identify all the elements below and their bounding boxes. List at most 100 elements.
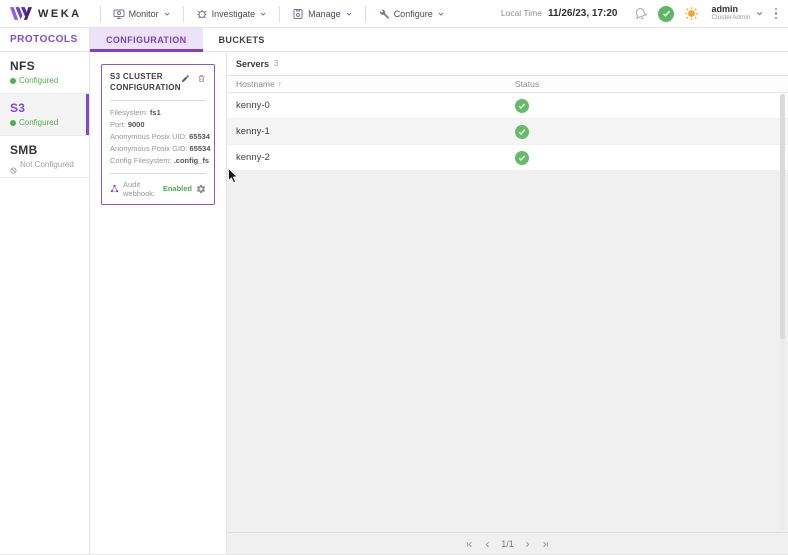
divider	[365, 6, 366, 22]
menu-label: Configure	[394, 9, 433, 19]
not-configured-status-icon	[10, 161, 17, 168]
hostname-cell: kenny-2	[227, 152, 515, 163]
manage-icon	[292, 8, 304, 20]
configuration-column: S3 CLUSTER CONFIGURATION Filesystem:fs1	[90, 52, 227, 555]
field-anonymous-posix-gid: Anonymous Posix GID:65534	[110, 143, 206, 155]
tab-bar: CONFIGURATION BUCKETS	[90, 28, 281, 51]
field-filesystem: Filesystem:fs1	[110, 107, 206, 119]
top-bar: WEKA Monitor Investigate	[0, 0, 788, 28]
protocol-status: Not Configured	[20, 160, 74, 169]
status-cell	[515, 99, 788, 113]
servers-count-badge: 3	[274, 59, 278, 68]
more-options-icon[interactable]	[772, 5, 781, 23]
cluster-health-ok-icon[interactable]	[658, 6, 674, 22]
last-page-icon[interactable]	[541, 540, 550, 549]
tab-buckets[interactable]: BUCKETS	[203, 28, 281, 51]
theme-sun-icon[interactable]	[684, 6, 699, 21]
field-port: Port:9000	[110, 119, 206, 131]
field-anonymous-posix-uid: Anonymous Posix UID:65534	[110, 131, 206, 143]
column-header-hostname[interactable]: Hostname↑	[227, 79, 515, 89]
table-row[interactable]: kenny-1	[227, 119, 788, 145]
divider	[100, 6, 101, 22]
sidebar-item-smb[interactable]: SMB Not Configured	[0, 136, 89, 178]
table-empty-area	[227, 171, 788, 532]
table-header: Hostname↑ Status	[227, 76, 788, 93]
protocol-label: SMB	[10, 143, 79, 157]
chevron-down-icon	[755, 9, 764, 18]
notifications-icon[interactable]	[633, 6, 648, 21]
status-ok-icon	[515, 125, 529, 139]
chevron-down-icon	[437, 10, 445, 18]
hostname-cell: kenny-0	[227, 100, 515, 111]
menu-monitor[interactable]: Monitor	[109, 8, 175, 20]
delete-icon[interactable]	[197, 74, 206, 83]
protocol-status: Configured	[19, 76, 58, 85]
menu-label: Manage	[308, 9, 341, 19]
table-row[interactable]: kenny-2	[227, 145, 788, 171]
divider	[110, 173, 206, 174]
status-cell	[515, 151, 788, 165]
column-header-status[interactable]: Status	[515, 79, 788, 89]
protocol-label: NFS	[10, 59, 79, 73]
brand-name: WEKA	[38, 8, 82, 20]
hostname-cell: kenny-1	[227, 126, 515, 137]
local-time-value: 11/26/23, 17:20	[548, 8, 618, 19]
protocol-status: Configured	[19, 118, 58, 127]
webhook-icon	[110, 184, 119, 193]
audit-webhook-label: Audit webhook:	[123, 180, 159, 198]
user-name: admin	[711, 5, 738, 14]
status-cell	[515, 125, 788, 139]
investigate-icon	[196, 8, 208, 20]
table-scrollbar[interactable]	[780, 94, 785, 531]
sidebar-item-s3[interactable]: S3 Configured	[0, 94, 89, 136]
previous-page-icon[interactable]	[483, 540, 492, 549]
user-menu[interactable]: admin ClusterAdmin	[711, 5, 763, 22]
status-ok-icon	[515, 99, 529, 113]
chevron-down-icon	[345, 10, 353, 18]
tab-configuration[interactable]: CONFIGURATION	[90, 28, 203, 51]
user-role: ClusterAdmin	[711, 15, 750, 22]
local-time: Local Time 11/26/23, 17:20	[501, 8, 618, 19]
table-row[interactable]: kenny-0	[227, 93, 788, 119]
servers-header: Servers 3	[227, 52, 788, 76]
menu-configure[interactable]: Configure	[374, 8, 449, 20]
weka-app-window: WEKA Monitor Investigate	[0, 0, 788, 555]
status-ok-icon	[515, 151, 529, 165]
protocol-label: S3	[10, 101, 79, 115]
divider	[110, 100, 206, 101]
weka-logo[interactable]: WEKA	[10, 7, 82, 20]
servers-title: Servers	[236, 59, 269, 69]
field-config-filesystem: Config Filesystem:.config_fs	[110, 155, 206, 167]
menu-investigate[interactable]: Investigate	[192, 8, 272, 20]
s3-cluster-configuration-card: S3 CLUSTER CONFIGURATION Filesystem:fs1	[101, 64, 215, 205]
chevron-down-icon	[163, 10, 171, 18]
divider	[183, 6, 184, 22]
pagination-bar: 1/1	[227, 532, 788, 555]
protocols-sidebar: NFS Configured S3 Configured SMB	[0, 52, 90, 555]
configured-status-icon	[10, 78, 16, 84]
page-title: PROTOCOLS	[0, 28, 90, 51]
audit-webhook-row: Audit webhook: Enabled	[110, 180, 206, 198]
first-page-icon[interactable]	[465, 540, 474, 549]
audit-webhook-value: Enabled	[163, 184, 192, 193]
section-bar: PROTOCOLS CONFIGURATION BUCKETS	[0, 28, 788, 52]
chevron-down-icon	[259, 10, 267, 18]
servers-panel: Servers 3 Hostname↑ Status kenny-0	[227, 52, 788, 555]
menu-manage[interactable]: Manage	[288, 8, 357, 20]
main-menu: Monitor Investigate Manage	[109, 6, 449, 22]
configured-status-icon	[10, 120, 16, 126]
monitor-icon	[113, 8, 125, 20]
edit-icon[interactable]	[181, 74, 190, 83]
divider	[279, 6, 280, 22]
next-page-icon[interactable]	[523, 540, 532, 549]
menu-label: Monitor	[129, 9, 159, 19]
page-indicator: 1/1	[501, 539, 514, 549]
sidebar-item-nfs[interactable]: NFS Configured	[0, 52, 89, 94]
gear-icon[interactable]	[196, 184, 206, 194]
menu-label: Investigate	[212, 9, 256, 19]
card-title: S3 CLUSTER CONFIGURATION	[110, 72, 181, 94]
configure-icon	[378, 8, 390, 20]
weka-logo-icon	[10, 7, 32, 20]
local-time-label: Local Time	[501, 8, 542, 18]
sort-ascending-icon: ↑	[278, 80, 282, 89]
